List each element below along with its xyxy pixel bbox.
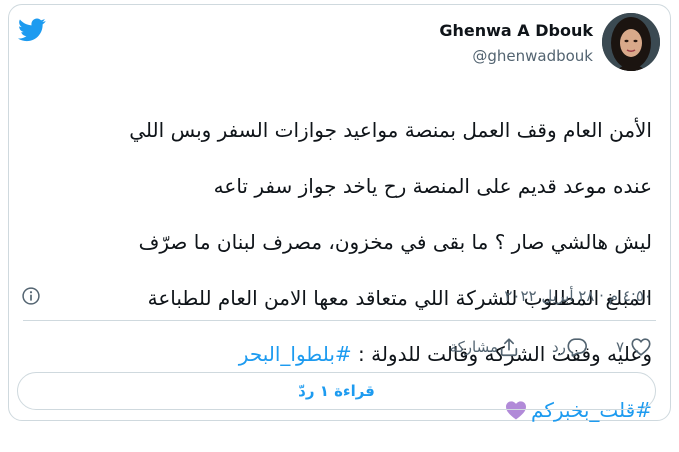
heart-icon bbox=[631, 338, 651, 356]
info-icon[interactable] bbox=[21, 286, 41, 306]
read-replies-label: قراءة ١ ردّ bbox=[298, 382, 375, 400]
tweet-line-2: عنده موعد قديم على المنصة رح ياخد جواز س… bbox=[213, 174, 652, 198]
reply-label: رد bbox=[552, 338, 566, 356]
like-button[interactable]: ٧ bbox=[616, 336, 652, 358]
read-replies-button[interactable]: قراءة ١ ردّ bbox=[17, 372, 656, 410]
tweet-line-3: ليش هالشي صار ؟ ما بقى في مخزون، مصرف لب… bbox=[138, 230, 652, 254]
avatar[interactable] bbox=[602, 13, 660, 71]
share-label: مشاركة bbox=[449, 338, 498, 356]
share-button[interactable]: مشاركة bbox=[442, 336, 520, 358]
twitter-bird-icon[interactable] bbox=[18, 18, 46, 42]
reply-button[interactable]: رد bbox=[544, 336, 588, 358]
divider bbox=[23, 320, 656, 321]
reply-icon bbox=[567, 338, 587, 357]
share-icon bbox=[500, 338, 518, 357]
author-name[interactable]: Ghenwa A Dbouk bbox=[439, 21, 593, 41]
tweet-actions: ٧ رد مشاركة bbox=[442, 333, 652, 361]
tweet-timestamp[interactable]: ٤:٥٠ م · ٢٨ أبريل ٢٠٢٢ bbox=[504, 285, 652, 307]
tweet-card: Ghenwa A Dbouk @ghenwadbouk الأمن العام … bbox=[8, 4, 671, 422]
author-handle[interactable]: @ghenwadbouk bbox=[439, 46, 593, 66]
hashtag-link[interactable]: #بلطوا_البحر bbox=[239, 342, 352, 366]
author-block[interactable]: Ghenwa A Dbouk @ghenwadbouk bbox=[439, 21, 593, 66]
avatar-portrait bbox=[602, 13, 660, 71]
tweet-line-1: الأمن العام وقف العمل بمنصة مواعيد جوازا… bbox=[129, 118, 652, 142]
like-count: ٧ bbox=[615, 338, 624, 356]
